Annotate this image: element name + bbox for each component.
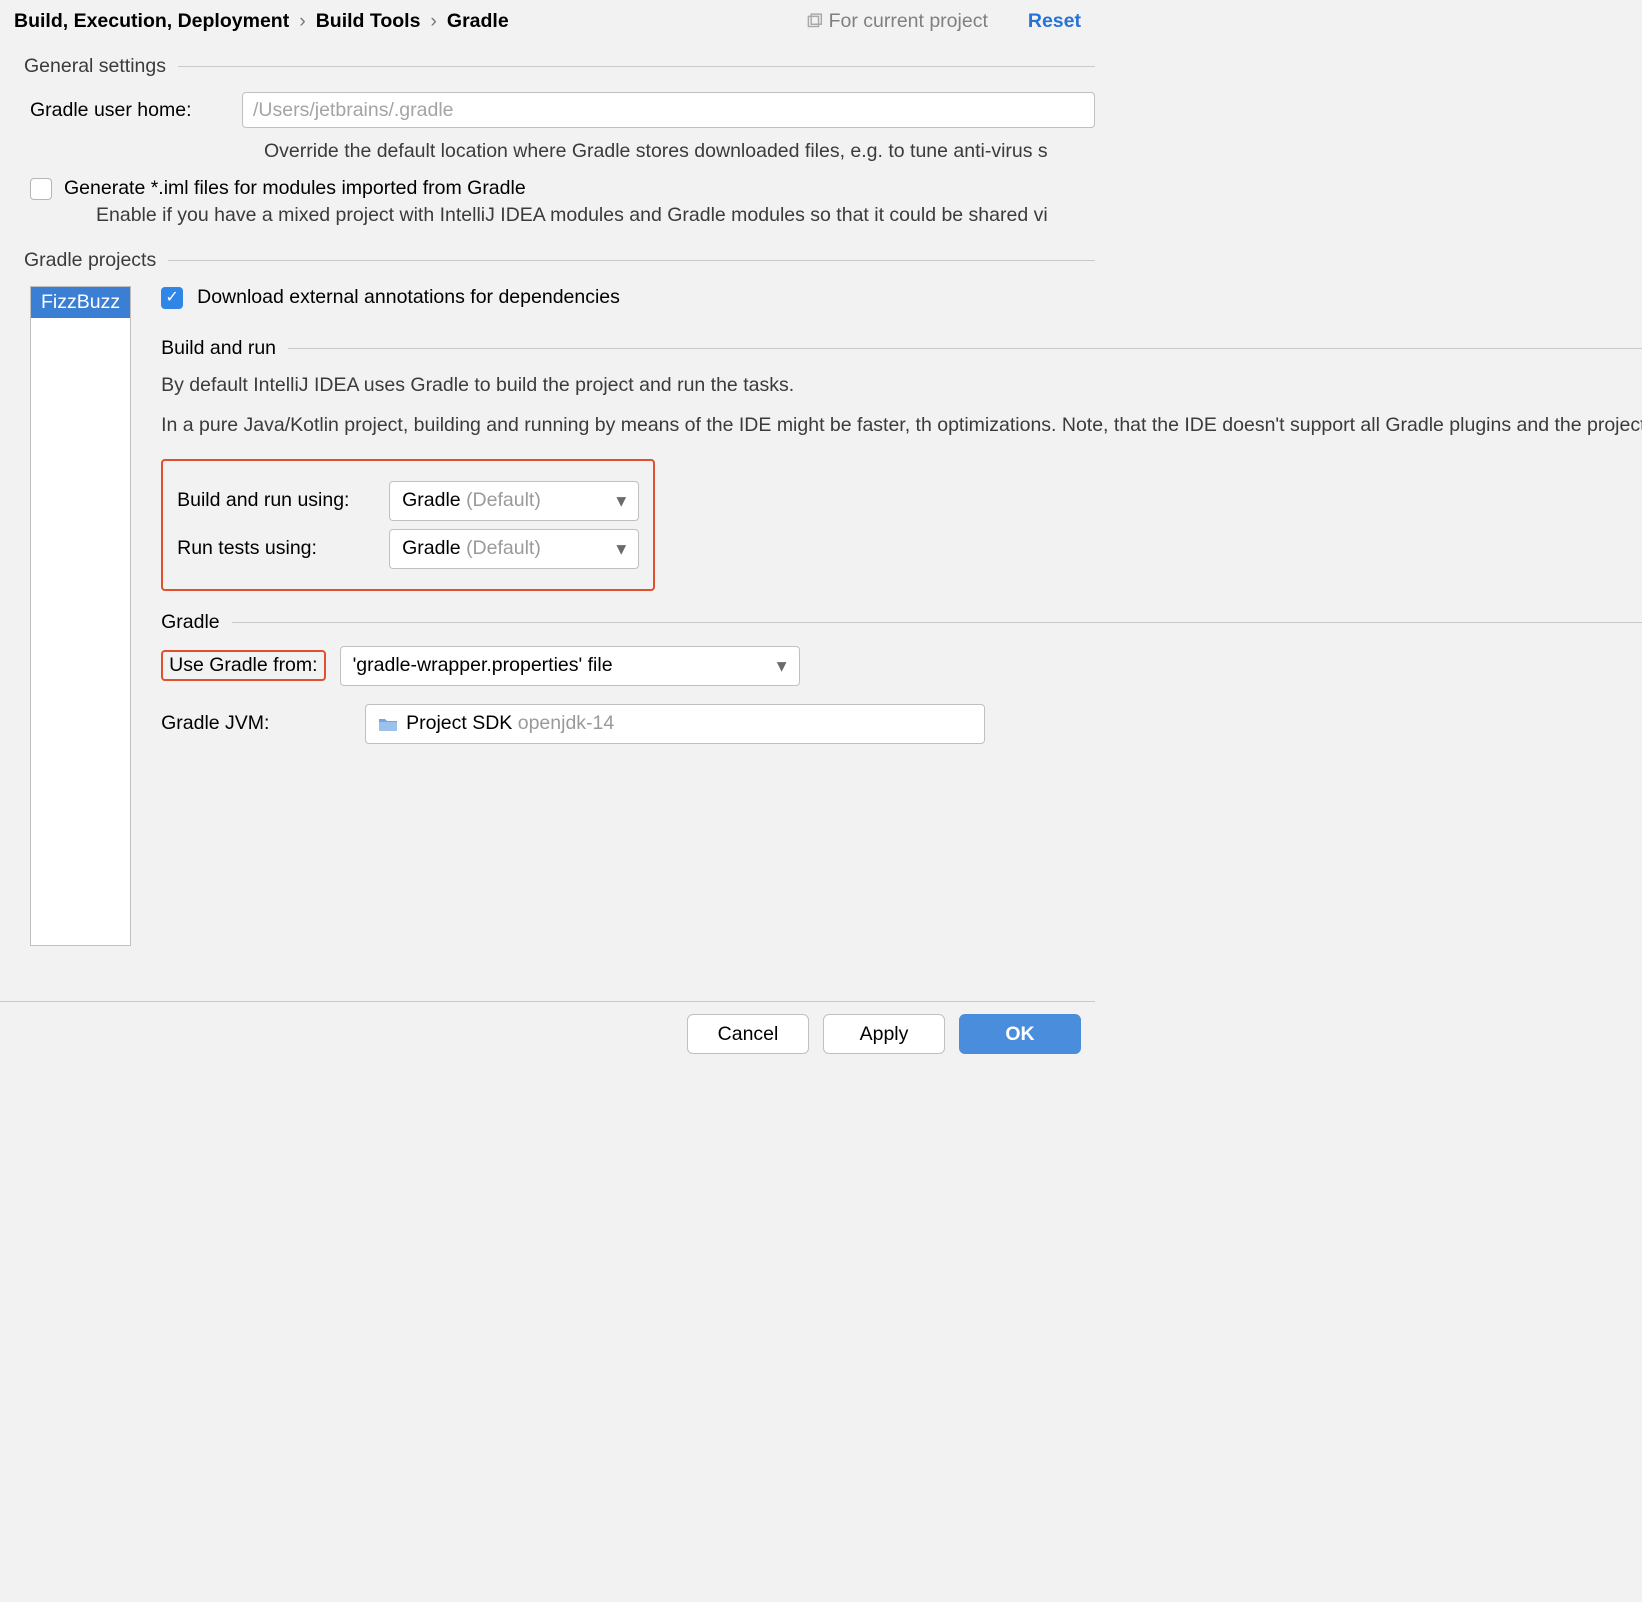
generate-iml-checkbox[interactable] [30, 178, 52, 200]
folder-icon [378, 716, 398, 732]
breadcrumb: Build, Execution, Deployment › Build Too… [14, 10, 509, 33]
tests-using-select[interactable]: Gradle (Default) ▾ [389, 529, 639, 569]
download-annotations-label: Download external annotations for depend… [197, 286, 620, 309]
rule [232, 622, 1642, 623]
chevron-down-icon: ▾ [616, 489, 626, 513]
tests-using-default: (Default) [466, 537, 541, 559]
project-list-item[interactable]: FizzBuzz [31, 287, 130, 318]
crumb-tools[interactable]: Build Tools [316, 10, 421, 33]
gradle-home-input[interactable] [242, 92, 1095, 128]
cancel-button[interactable]: Cancel [687, 1014, 809, 1054]
ok-button[interactable]: OK [959, 1014, 1081, 1054]
section-projects: Gradle projects [24, 249, 1095, 272]
rule [288, 348, 1642, 349]
rule [178, 66, 1095, 67]
use-gradle-from-select[interactable]: 'gradle-wrapper.properties' file ▾ [340, 646, 800, 686]
use-gradle-from-highlight: Use Gradle from: [161, 650, 325, 681]
chevron-down-icon: ▾ [777, 654, 787, 678]
section-general-label: General settings [24, 55, 166, 78]
gradle-home-label: Gradle user home: [30, 99, 220, 122]
reset-link[interactable]: Reset [1028, 10, 1081, 33]
subhead-gradle: Gradle [161, 611, 1642, 634]
subhead-gradle-label: Gradle [161, 611, 220, 634]
context-scope: For current project [805, 10, 988, 33]
rule [168, 260, 1095, 261]
crumb-sep: › [299, 10, 306, 33]
apply-button[interactable]: Apply [823, 1014, 945, 1054]
crumb-gradle: Gradle [447, 10, 509, 33]
gradle-jvm-value: Project SDK [406, 712, 518, 734]
build-run-desc2: In a pure Java/Kotlin project, building … [161, 412, 1642, 438]
gradle-home-hint: Override the default location where Grad… [264, 136, 1095, 163]
download-annotations-checkbox[interactable] [161, 287, 183, 309]
section-projects-label: Gradle projects [24, 249, 156, 272]
copy-icon [805, 13, 823, 31]
gradle-jvm-label: Gradle JVM: [161, 712, 345, 735]
tests-using-label: Run tests using: [177, 537, 375, 560]
build-run-desc1: By default IntelliJ IDEA uses Gradle to … [161, 372, 1642, 398]
crumb-sep: › [430, 10, 437, 33]
section-general: General settings [24, 55, 1095, 78]
project-list[interactable]: FizzBuzz [30, 286, 131, 946]
gradle-jvm-select[interactable]: Project SDK openjdk-14 [365, 704, 985, 744]
button-bar: Cancel Apply OK [0, 1001, 1095, 1068]
build-using-value: Gradle [402, 489, 466, 511]
generate-iml-label: Generate *.iml files for modules importe… [64, 177, 526, 200]
build-using-select[interactable]: Gradle (Default) ▾ [389, 481, 639, 521]
use-gradle-from-label: Use Gradle from: [169, 654, 317, 676]
subhead-build-run: Build and run [161, 337, 1642, 360]
build-using-default: (Default) [466, 489, 541, 511]
generate-iml-hint: Enable if you have a mixed project with … [96, 204, 1095, 227]
subhead-build-run-label: Build and run [161, 337, 276, 360]
use-gradle-from-value: 'gradle-wrapper.properties' file [353, 654, 613, 677]
chevron-down-icon: ▾ [616, 537, 626, 561]
context-scope-label: For current project [829, 10, 988, 33]
build-run-highlight: Build and run using: Gradle (Default) ▾ … [161, 459, 655, 591]
tests-using-value: Gradle [402, 537, 466, 559]
build-using-label: Build and run using: [177, 489, 375, 512]
crumb-root[interactable]: Build, Execution, Deployment [14, 10, 289, 33]
gradle-jvm-sdk: openjdk-14 [518, 712, 615, 734]
